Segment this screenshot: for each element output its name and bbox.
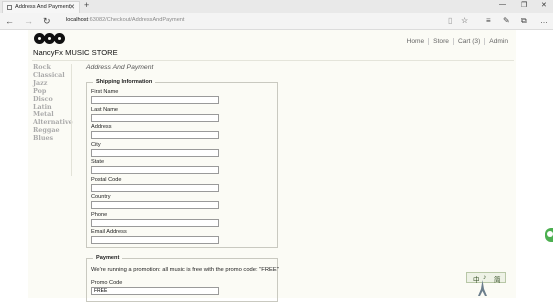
first-name-label: First Name	[91, 89, 119, 95]
reading-view-icon[interactable]: ▯	[448, 16, 452, 26]
new-tab-button[interactable]: +	[84, 0, 89, 10]
city-input[interactable]	[91, 148, 219, 157]
country-input[interactable]	[91, 201, 219, 209]
genre-link-blues[interactable]: Blues	[33, 134, 71, 143]
postal-code-input[interactable]	[91, 183, 219, 192]
share-icon[interactable]: ⧉	[521, 16, 527, 26]
state-label: State	[91, 159, 105, 165]
phone-group: Phone	[91, 211, 219, 227]
address-group: Address	[91, 124, 219, 139]
close-tab-icon[interactable]: ✕	[69, 3, 75, 11]
city-label: City	[91, 141, 101, 148]
back-button[interactable]: ←	[5, 16, 14, 26]
country-label: Country	[91, 194, 111, 200]
email-input[interactable]	[91, 236, 219, 244]
top-navigation: Home Store Cart (3) Admin	[403, 38, 512, 45]
country-group: Country	[91, 194, 219, 209]
postal-code-label: Postal Code	[91, 176, 122, 183]
tab-title: Address And Payment	[15, 4, 71, 10]
page-viewport: NancyFx MUSIC STORE Home Store Cart (3) Adm…	[0, 30, 553, 302]
site-brand[interactable]: NancyFx MUSIC STORE	[33, 48, 118, 57]
city-group: City	[91, 141, 219, 157]
phone-label: Phone	[91, 211, 108, 218]
tower-decoration-icon	[478, 280, 487, 296]
browser-tab-active[interactable]: Address And Payment ✕	[2, 1, 80, 13]
promo-code-group: Promo Code	[91, 280, 219, 295]
address-path: :63082/Checkout/AddressAndPayment	[88, 17, 185, 23]
address-input[interactable]	[91, 131, 219, 139]
page-favicon-icon	[7, 5, 12, 10]
sidebar-divider	[71, 64, 72, 176]
address-label: Address	[91, 124, 112, 130]
shipping-legend: Shipping Information	[93, 79, 156, 85]
maximize-window-button[interactable]: ❐	[521, 1, 527, 9]
postal-code-group: Postal Code	[91, 176, 219, 192]
first-name-group: First Name	[91, 89, 219, 104]
minimize-window-button[interactable]: —	[499, 1, 506, 8]
promo-code-input[interactable]	[91, 287, 219, 295]
phone-input[interactable]	[91, 218, 219, 227]
shipping-fieldset: Shipping Information First Name Last Nam…	[86, 79, 278, 248]
email-group: Email Address	[91, 229, 219, 244]
email-label: Email Address	[91, 229, 127, 235]
payment-fieldset: Payment We're running a promotion: all m…	[86, 255, 279, 302]
hub-icon[interactable]: ≡	[486, 16, 491, 26]
header-divider	[32, 60, 514, 61]
ime-simplified-icon[interactable]: 简	[494, 274, 501, 284]
browser-tab-strip: Address And Payment ✕ + — ❐ ✕	[0, 0, 553, 13]
side-assistant-badge-icon[interactable]	[545, 228, 553, 242]
nav-store-link[interactable]: Store	[428, 38, 453, 45]
web-note-icon[interactable]: ✎	[503, 16, 510, 26]
nav-cart-link[interactable]: Cart (3)	[452, 38, 485, 45]
favorite-star-icon[interactable]: ☆	[461, 16, 468, 26]
page-title: Address And Payment	[86, 64, 154, 71]
last-name-input[interactable]	[91, 113, 219, 122]
refresh-button[interactable]: ↻	[43, 16, 51, 26]
address-host: localhost	[66, 17, 89, 23]
records-logo-icon[interactable]	[34, 33, 66, 45]
first-name-input[interactable]	[91, 96, 219, 104]
close-window-button[interactable]: ✕	[541, 1, 547, 9]
payment-legend: Payment	[93, 255, 123, 261]
more-icon[interactable]: …	[540, 16, 548, 26]
nav-admin-link[interactable]: Admin	[484, 38, 512, 45]
last-name-label: Last Name	[91, 106, 119, 113]
promo-message: We're running a promotion: all music is …	[91, 267, 279, 273]
genre-list: Rock Classical Jazz Pop Disco Latin Meta…	[33, 63, 73, 143]
state-input[interactable]	[91, 166, 219, 174]
address-bar[interactable]: localhost:63082/Checkout/AddressAndPayme…	[66, 17, 184, 23]
state-group: State	[91, 159, 219, 174]
last-name-group: Last Name	[91, 106, 219, 122]
promo-code-label: Promo Code	[91, 280, 123, 286]
browser-navbar: ← → ↻ localhost:63082/Checkout/AddressAn…	[0, 13, 553, 30]
site-container: NancyFx MUSIC STORE Home Store Cart (3) Adm…	[28, 30, 516, 302]
nav-home-link[interactable]: Home	[403, 38, 429, 45]
forward-button[interactable]: →	[24, 16, 33, 26]
